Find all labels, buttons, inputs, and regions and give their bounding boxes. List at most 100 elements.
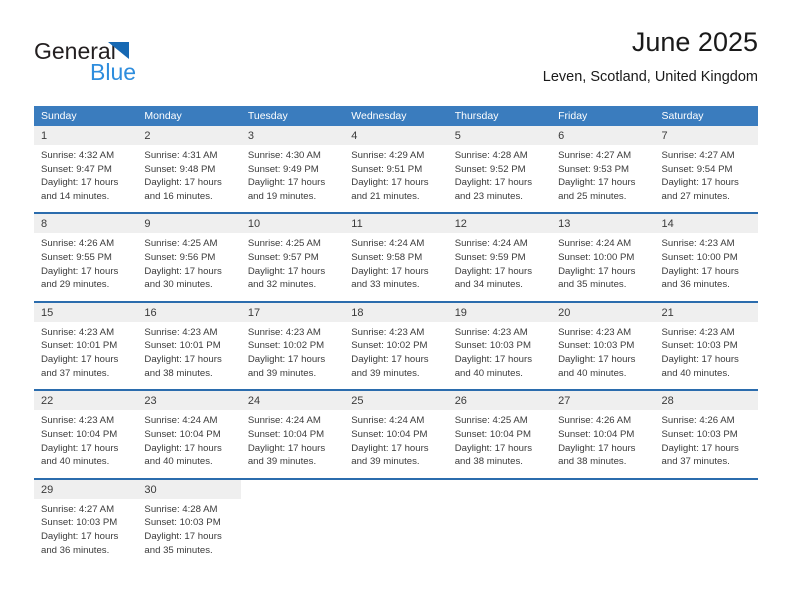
day-number[interactable]: 22 (34, 391, 138, 411)
sunrise-sunset-calendar: Sunday Monday Tuesday Wednesday Thursday… (34, 106, 758, 567)
daylight-text-cont: and 40 minutes. (558, 367, 627, 379)
day-cell[interactable]: Sunrise: 4:24 AM Sunset: 9:58 PM Dayligh… (344, 233, 448, 302)
day-cell[interactable]: Sunrise: 4:23 AM Sunset: 10:02 PM Daylig… (240, 321, 345, 391)
day-cell[interactable]: Sunrise: 4:29 AM Sunset: 9:51 PM Dayligh… (344, 145, 448, 214)
day-number[interactable]: 4 (344, 126, 448, 145)
day-cell[interactable]: Sunrise: 4:27 AM Sunset: 9:53 PM Dayligh… (551, 145, 655, 214)
weekday-header-sunday: Sunday (34, 106, 138, 126)
day-cell[interactable]: Sunrise: 4:25 AM Sunset: 9:57 PM Dayligh… (240, 233, 345, 302)
day-cell[interactable]: Sunrise: 4:23 AM Sunset: 10:02 PM Daylig… (344, 321, 448, 391)
daylight-text: Daylight: 17 hours (454, 177, 533, 189)
day-number[interactable]: 11 (344, 214, 448, 234)
sunrise-text: Sunrise: 4:23 AM (454, 326, 528, 338)
daylight-text-cont: and 25 minutes. (558, 190, 627, 202)
day-number[interactable]: 23 (137, 391, 241, 411)
sunset-text: Sunset: 10:04 PM (351, 428, 428, 440)
daylight-text-cont: and 39 minutes. (247, 456, 317, 468)
day-cell[interactable]: Sunrise: 4:28 AM Sunset: 10:03 PM Daylig… (137, 498, 241, 567)
calendar-body: 1 2 3 4 5 6 7 Sunrise: 4:32 AM Sunset: 9… (34, 126, 758, 567)
day-number[interactable]: 3 (240, 126, 345, 145)
day-cell[interactable]: Sunrise: 4:25 AM Sunset: 9:56 PM Dayligh… (137, 233, 241, 302)
day-number[interactable]: 26 (447, 391, 552, 411)
day-number[interactable]: 5 (447, 126, 552, 145)
generalblue-logo[interactable]: General Blue (34, 32, 214, 90)
sunset-text: Sunset: 10:03 PM (454, 340, 531, 352)
day-number[interactable]: 9 (137, 214, 241, 234)
day-number[interactable]: 20 (551, 302, 655, 322)
day-cell[interactable]: Sunrise: 4:32 AM Sunset: 9:47 PM Dayligh… (34, 145, 138, 214)
day-number[interactable]: 8 (34, 214, 138, 234)
day-number[interactable]: 12 (447, 214, 552, 234)
sunset-text: Sunset: 9:51 PM (351, 163, 423, 175)
day-cell[interactable]: Sunrise: 4:24 AM Sunset: 9:59 PM Dayligh… (447, 233, 552, 302)
day-number[interactable]: 28 (654, 391, 758, 411)
day-number[interactable]: 16 (137, 302, 241, 322)
day-number[interactable]: 30 (137, 479, 241, 499)
sunset-text: Sunset: 9:53 PM (558, 163, 630, 175)
day-number[interactable]: 14 (654, 214, 758, 234)
sunrise-text: Sunrise: 4:24 AM (351, 415, 425, 427)
week-1-detail-row: Sunrise: 4:32 AM Sunset: 9:47 PM Dayligh… (34, 145, 758, 214)
day-number[interactable]: 19 (447, 302, 552, 322)
day-number-empty (551, 479, 655, 499)
day-number[interactable]: 6 (551, 126, 655, 145)
daylight-text-cont: and 27 minutes. (661, 190, 730, 202)
day-number-empty (447, 479, 552, 499)
day-cell[interactable]: Sunrise: 4:27 AM Sunset: 9:54 PM Dayligh… (654, 145, 758, 214)
day-number[interactable]: 17 (240, 302, 345, 322)
day-cell[interactable]: Sunrise: 4:26 AM Sunset: 10:03 PM Daylig… (654, 410, 758, 479)
day-cell[interactable]: Sunrise: 4:30 AM Sunset: 9:49 PM Dayligh… (240, 145, 345, 214)
day-cell[interactable]: Sunrise: 4:23 AM Sunset: 10:04 PM Daylig… (34, 410, 138, 479)
weekday-header-row: Sunday Monday Tuesday Wednesday Thursday… (34, 106, 758, 126)
day-number[interactable]: 1 (34, 126, 138, 145)
daylight-text: Daylight: 17 hours (661, 442, 739, 454)
day-cell[interactable]: Sunrise: 4:24 AM Sunset: 10:04 PM Daylig… (240, 410, 345, 479)
daylight-text: Daylight: 17 hours (144, 530, 222, 542)
day-cell[interactable]: Sunrise: 4:23 AM Sunset: 10:00 PM Daylig… (654, 233, 758, 302)
day-number[interactable]: 29 (34, 479, 138, 499)
day-cell[interactable]: Sunrise: 4:28 AM Sunset: 9:52 PM Dayligh… (447, 145, 552, 214)
day-cell[interactable]: Sunrise: 4:23 AM Sunset: 10:01 PM Daylig… (34, 321, 138, 391)
daylight-text: Daylight: 17 hours (247, 265, 326, 277)
day-cell[interactable]: Sunrise: 4:24 AM Sunset: 10:00 PM Daylig… (551, 233, 655, 302)
sunset-text: Sunset: 9:59 PM (454, 252, 526, 264)
day-number[interactable]: 7 (654, 126, 758, 145)
daylight-text: Daylight: 17 hours (558, 177, 636, 189)
day-number[interactable]: 15 (34, 302, 138, 322)
day-number[interactable]: 18 (344, 302, 448, 322)
day-number[interactable]: 13 (551, 214, 655, 234)
day-cell[interactable]: Sunrise: 4:23 AM Sunset: 10:01 PM Daylig… (137, 321, 241, 391)
day-cell[interactable]: Sunrise: 4:25 AM Sunset: 10:04 PM Daylig… (447, 410, 552, 479)
day-number[interactable]: 24 (240, 391, 345, 411)
daylight-text: Daylight: 17 hours (144, 265, 222, 277)
sunset-text: Sunset: 10:03 PM (144, 517, 221, 529)
sunset-text: Sunset: 9:54 PM (661, 163, 733, 175)
title-block: June 2025 Leven, Scotland, United Kingdo… (543, 27, 758, 84)
day-cell[interactable]: Sunrise: 4:26 AM Sunset: 9:55 PM Dayligh… (34, 233, 138, 302)
day-cell[interactable]: Sunrise: 4:24 AM Sunset: 10:04 PM Daylig… (137, 410, 241, 479)
day-number[interactable]: 21 (654, 302, 758, 322)
daylight-text-cont: and 34 minutes. (454, 279, 523, 291)
day-cell[interactable]: Sunrise: 4:23 AM Sunset: 10:03 PM Daylig… (654, 321, 758, 391)
sunset-text: Sunset: 10:04 PM (144, 428, 221, 440)
day-number-empty (654, 479, 758, 499)
day-number[interactable]: 10 (240, 214, 345, 234)
weekday-header-tuesday: Tuesday (240, 106, 345, 126)
sunset-text: Sunset: 10:00 PM (558, 252, 635, 264)
day-cell[interactable]: Sunrise: 4:27 AM Sunset: 10:03 PM Daylig… (34, 498, 138, 567)
day-cell[interactable]: Sunrise: 4:23 AM Sunset: 10:03 PM Daylig… (447, 321, 552, 391)
week-3-detail-row: Sunrise: 4:23 AM Sunset: 10:01 PM Daylig… (34, 321, 758, 391)
sunset-text: Sunset: 10:00 PM (661, 252, 738, 264)
day-cell[interactable]: Sunrise: 4:24 AM Sunset: 10:04 PM Daylig… (344, 410, 448, 479)
sunrise-text: Sunrise: 4:23 AM (351, 326, 425, 338)
day-cell[interactable]: Sunrise: 4:26 AM Sunset: 10:04 PM Daylig… (551, 410, 655, 479)
sunrise-text: Sunrise: 4:23 AM (41, 326, 115, 338)
day-number[interactable]: 25 (344, 391, 448, 411)
day-cell[interactable]: Sunrise: 4:31 AM Sunset: 9:48 PM Dayligh… (137, 145, 241, 214)
daylight-text: Daylight: 17 hours (661, 177, 739, 189)
day-number[interactable]: 27 (551, 391, 655, 411)
day-cell[interactable]: Sunrise: 4:23 AM Sunset: 10:03 PM Daylig… (551, 321, 655, 391)
sunrise-text: Sunrise: 4:24 AM (144, 415, 218, 427)
sunrise-text: Sunrise: 4:27 AM (558, 150, 632, 161)
day-number[interactable]: 2 (137, 126, 241, 145)
